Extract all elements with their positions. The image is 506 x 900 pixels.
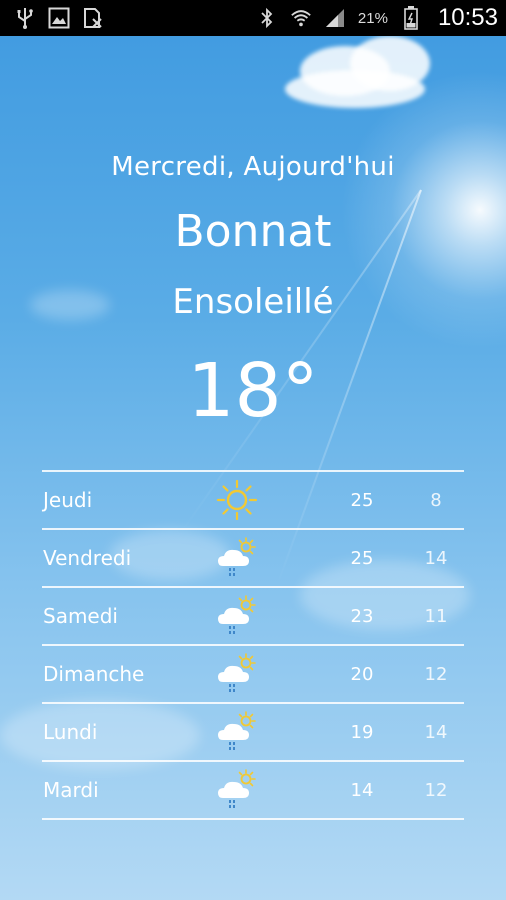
status-bar: 21% 10:53 — [0, 0, 506, 36]
forecast-max: 25 — [350, 547, 374, 569]
rain-shower-icon — [215, 710, 259, 754]
forecast-min: 12 — [424, 663, 448, 685]
forecast-row[interactable]: Vendredi 25 14 — [42, 530, 464, 588]
usb-icon — [14, 7, 36, 29]
rain-shower-icon — [215, 652, 259, 696]
current-condition: Ensoleillé — [172, 282, 334, 322]
rain-shower-icon — [215, 594, 259, 638]
sun-icon — [215, 478, 259, 522]
forecast-max: 20 — [350, 663, 374, 685]
signal-icon — [324, 7, 346, 29]
forecast-day: Jeudi — [43, 488, 93, 512]
forecast-row[interactable]: Lundi 19 14 — [42, 704, 464, 762]
sim-off-icon — [82, 7, 104, 29]
forecast-row[interactable]: Mardi 14 12 — [42, 762, 464, 820]
status-time: 10:53 — [437, 4, 498, 31]
status-bar-right: 21% 10:53 — [256, 4, 498, 32]
forecast-day: Dimanche — [43, 662, 145, 686]
forecast-day: Mardi — [43, 778, 99, 802]
forecast-min: 14 — [424, 547, 448, 569]
image-icon — [48, 7, 70, 29]
forecast-max: 14 — [350, 779, 374, 801]
status-bar-left — [14, 7, 104, 29]
forecast-row[interactable]: Jeudi 25 8 — [42, 472, 464, 530]
current-temperature: 18° — [187, 348, 319, 434]
bluetooth-icon — [256, 7, 278, 29]
forecast-list: Jeudi 25 8 Vendredi 25 14 Samedi 23 11 D… — [42, 470, 464, 820]
forecast-min: 14 — [424, 721, 448, 743]
battery-icon — [400, 6, 422, 30]
battery-percent: 21% — [357, 9, 388, 27]
forecast-max: 19 — [350, 721, 374, 743]
forecast-min: 8 — [430, 489, 442, 511]
forecast-day: Vendredi — [43, 546, 132, 570]
current-date-label: Mercredi, Aujourd'hui — [111, 152, 395, 182]
forecast-day: Lundi — [43, 720, 98, 744]
rain-shower-icon — [215, 536, 259, 580]
forecast-max: 23 — [350, 605, 374, 627]
forecast-min: 11 — [424, 605, 448, 627]
city-name[interactable]: Bonnat — [0, 206, 506, 257]
weather-main: Mercredi, Aujourd'hui Bonnat Ensoleillé … — [0, 36, 506, 900]
forecast-max: 25 — [350, 489, 374, 511]
wifi-icon — [290, 7, 312, 29]
rain-shower-icon — [215, 768, 259, 812]
forecast-row[interactable]: Dimanche 20 12 — [42, 646, 464, 704]
forecast-min: 12 — [424, 779, 448, 801]
forecast-row[interactable]: Samedi 23 11 — [42, 588, 464, 646]
forecast-day: Samedi — [43, 604, 118, 628]
